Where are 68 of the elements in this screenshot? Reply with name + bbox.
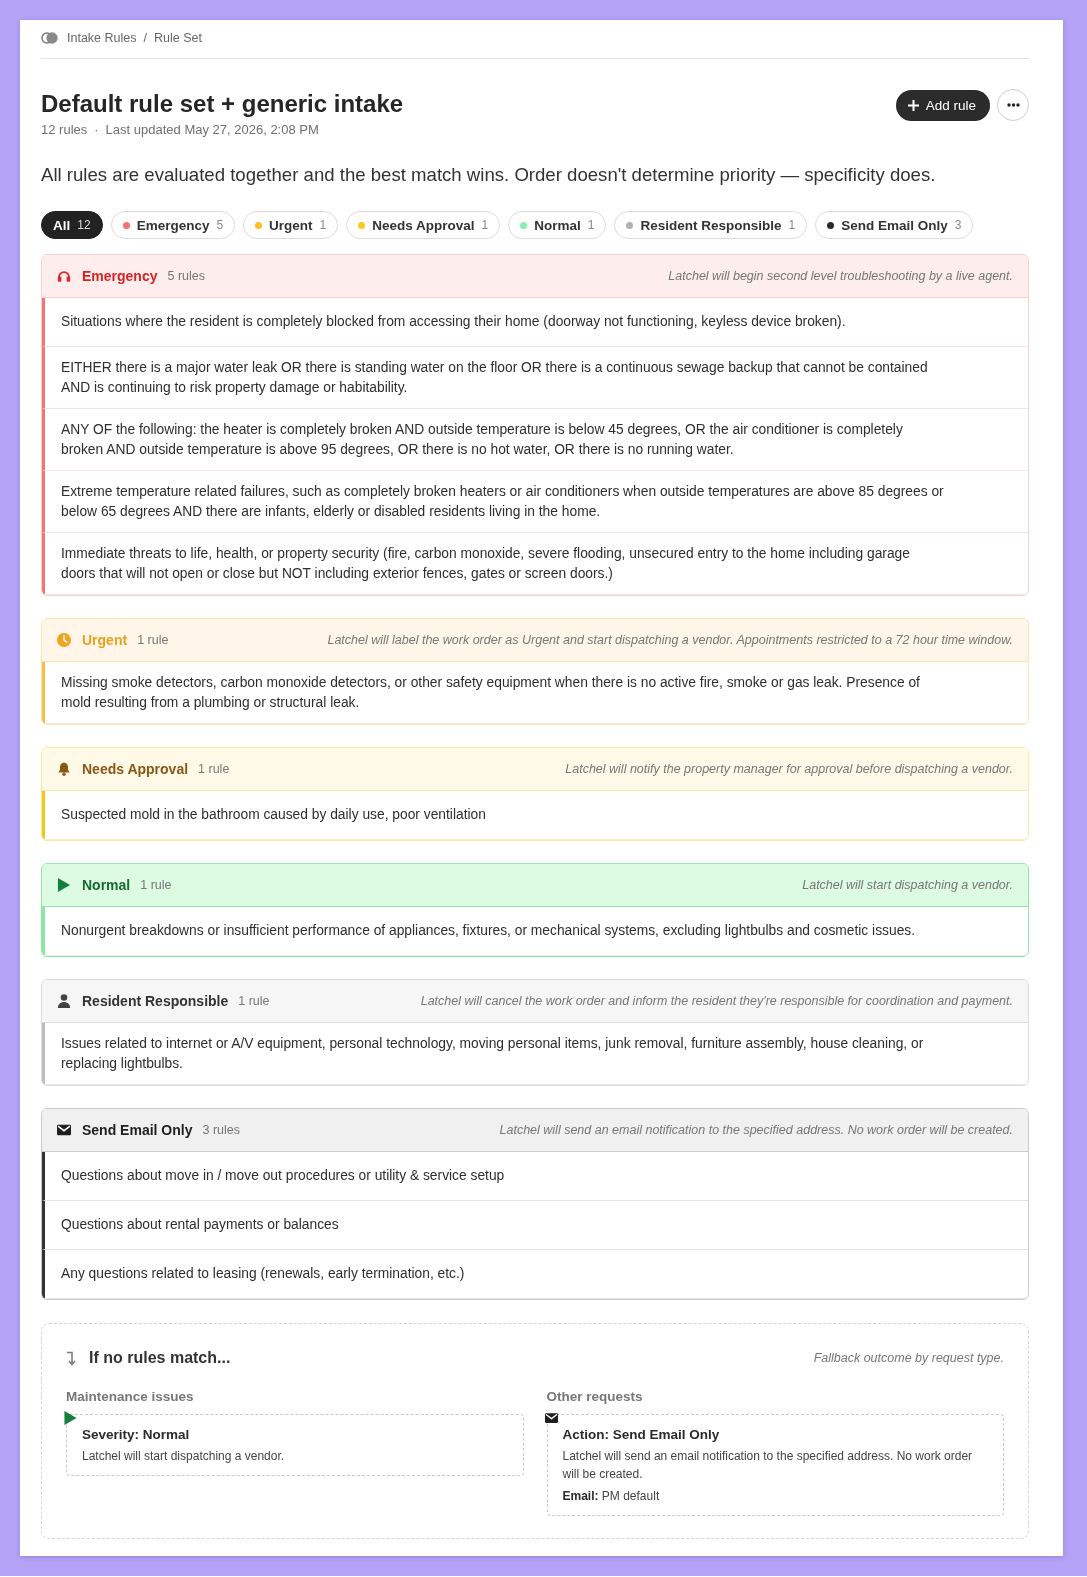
filter-tab[interactable]: Send Email Only 3 [815,211,974,239]
outcome-text: Latchel will send an email notification to the specified address. No work order will be created. [562,1448,974,1483]
clock-icon [57,633,71,647]
rule-row[interactable]: Issues related to internet or A/V equipment, personal technology, moving personal items, junk removal, furniture assembly, house cleaning, or replacing lightbulbs. [42,1023,1028,1085]
rule-row[interactable]: Nonurgent breakdowns or insufficient performance of appliances, fixtures, or mechanical systems, excluding lightbulbs and cosmetic issues. [42,907,1028,956]
breadcrumb-link[interactable]: Rule Set [153,31,202,45]
person-icon [57,994,71,1008]
breadcrumb-separator: / [143,31,147,45]
group-count: 1 rule [137,633,169,647]
filter-tab[interactable]: Urgent 1 [243,211,339,239]
filter-tab[interactable]: Needs Approval 1 [346,211,501,239]
group-title: Normal [82,877,131,893]
rule-row[interactable]: EITHER there is a major water leak OR there is standing water on the floor OR there is a continuous sewage backup that cannot be contained AND is continuing to risk property damage or habitability. [42,347,1028,409]
group-title: Emergency [82,268,158,284]
bell-icon [57,762,71,776]
filter-tab[interactable]: Resident Responsible 1 [614,211,808,239]
group-note: Latchel will send an email notification to the specified address. No work order will be created. [499,1123,1013,1137]
last-updated: Last updated May 27, 2026, 2:08 PM [105,121,319,139]
group-note: Latchel will start dispatching a vendor. [802,878,1013,892]
play-icon [57,878,71,892]
outcome-title: Severity: Normal [82,1426,191,1444]
group-note: Latchel will cancel the work order and inform the resident they're responsible for coordination and payment. [420,994,1013,1008]
rule-row[interactable]: Questions about rental payments or balances [42,1201,1028,1250]
rule-row[interactable]: Immediate threats to life, health, or property security (fire, carbon monoxide, severe flooding, unsecured entry to the home including garage doors that will not open or close but NOT including exterior fences, gates or screen doors.) [42,533,1028,595]
plus-icon [907,99,919,111]
group-title: Send Email Only [82,1122,193,1138]
group-title: Urgent [82,632,128,648]
page-title: Default rule set + generic intake [41,89,404,119]
group-title: Needs Approval [82,761,189,777]
group-count: 3 rules [202,1123,240,1137]
rule-row[interactable]: Situations where the resident is completely blocked from accessing their home (doorway not functioning, keyless device broken). [42,298,1028,347]
headset-icon [57,269,71,283]
column-heading: Other requests [546,1388,644,1406]
envelope-icon [544,1411,558,1425]
meta-separator: · [94,121,99,139]
fallback-note: Fallback outcome by request type. [813,1351,1004,1365]
group-count: 1 rule [238,994,270,1008]
filter-tab[interactable]: Normal 1 [508,211,607,239]
filter-tab[interactable]: All 12 [41,211,103,239]
group-note: Latchel will label the work order as Urgent and start dispatching a vendor. Appointments restricted to a 72 hour time window. [327,633,1013,647]
description-text: All rules are evaluated together and the best match wins. Order doesn't determine priority — specificity does. [41,163,937,187]
fallback-title: If no rules match... [89,1349,231,1367]
turn-down-arrow-icon [66,1350,77,1366]
group-count: 1 rule [140,878,172,892]
rule-row[interactable]: Any questions related to leasing (renewals, early termination, etc.) [42,1250,1028,1299]
envelope-icon [57,1123,71,1137]
email-line: Email: PM default [562,1488,661,1505]
add-rule-button[interactable]: Add rule [895,89,990,121]
group-note: Latchel will begin second level troubleshooting by a live agent. [668,269,1013,283]
ellipsis-icon [1006,103,1020,107]
rule-row[interactable]: ANY OF the following: the heater is completely broken AND outside temperature is below 45 degrees, OR the air conditioner is completely broken AND outside temperature is above 95 degrees, OR there is no hot water, OR there is no running water. [42,409,1028,471]
rule-row[interactable]: Missing smoke detectors, carbon monoxide detectors, or other safety equipment when there is no active fire, smoke or gas leak. Presence of mold resulting from a plumbing or structural leak. [42,662,1028,724]
group-title: Resident Responsible [82,993,229,1009]
breadcrumb-link[interactable]: Intake Rules [67,31,137,45]
outcome-text: Latchel will start dispatching a vendor. [82,1448,286,1465]
group-note: Latchel will notify the property manager for approval before dispatching a vendor. [565,762,1013,776]
column-heading: Maintenance issues [66,1388,195,1406]
outcome-title: Action: Send Email Only [562,1426,721,1444]
overlapping-circles-icon [41,32,58,44]
rule-count: 12 rules [41,121,88,139]
rule-row[interactable]: Extreme temperature related failures, such as completely broken heaters or air conditioners when outside temperatures are above 85 degrees or below 65 degrees AND there are infants, elderly or disabled residents living in the home. [42,471,1028,533]
rule-row[interactable]: Questions about move in / move out procedures or utility & service setup [42,1152,1028,1201]
more-button[interactable] [997,89,1029,121]
group-count: 1 rule [198,762,230,776]
group-count: 5 rules [167,269,205,283]
rule-row[interactable]: Suspected mold in the bathroom caused by daily use, poor ventilation [42,791,1028,840]
play-icon [64,1411,77,1425]
filter-tab[interactable]: Emergency 5 [110,211,236,239]
